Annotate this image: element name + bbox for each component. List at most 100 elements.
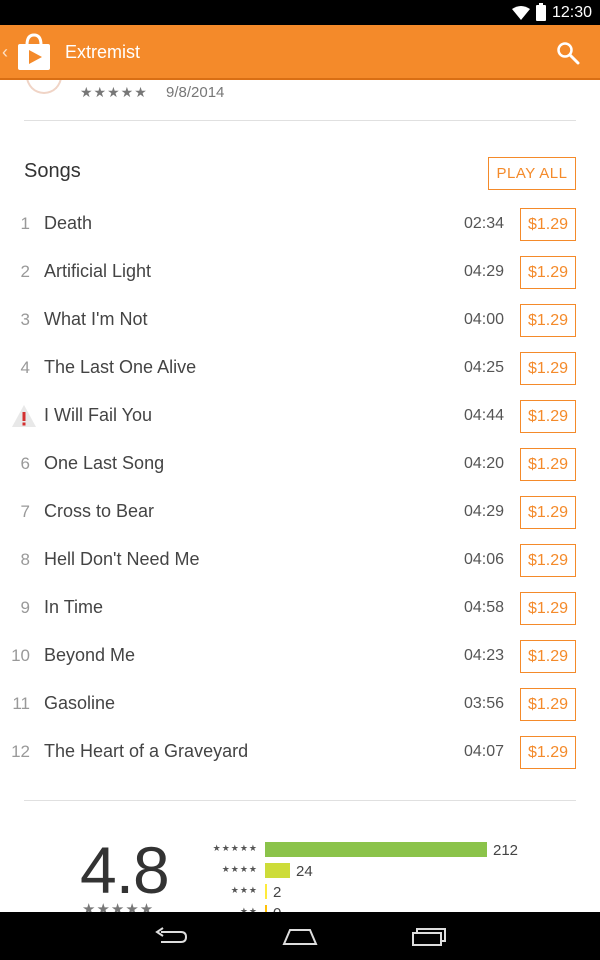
song-duration: 04:29 bbox=[463, 263, 504, 280]
review-stars: ★★★★★ bbox=[80, 84, 148, 100]
track-number: 12 bbox=[11, 742, 30, 761]
track-number: 1 bbox=[20, 214, 30, 233]
play-all-button[interactable]: PLAY ALL bbox=[488, 157, 576, 190]
buy-song-button[interactable]: $1.29 bbox=[520, 448, 576, 481]
buy-song-button[interactable]: $1.29 bbox=[520, 592, 576, 625]
review-date: 9/8/2014 bbox=[166, 84, 225, 101]
track-number: 11 bbox=[12, 694, 30, 713]
song-title: Cross to Bear bbox=[44, 501, 155, 521]
reviewer-avatar bbox=[26, 80, 62, 94]
song-title: Death bbox=[44, 213, 93, 233]
track-number: 3 bbox=[20, 310, 30, 329]
histogram-row: ★★★ 2 bbox=[200, 884, 560, 901]
song-title: The Last One Alive bbox=[44, 357, 197, 377]
average-rating-stars: ★★★★★ bbox=[82, 901, 155, 912]
track-number: 9 bbox=[20, 598, 30, 617]
warning-icon bbox=[12, 405, 36, 427]
histogram-bar bbox=[265, 863, 290, 878]
song-row[interactable]: 12 The Heart of a Graveyard 04:07 $1.29 bbox=[0, 728, 600, 776]
song-row[interactable]: 3 What I'm Not 04:00 $1.29 bbox=[0, 296, 600, 344]
song-row[interactable]: 2 Artificial Light 04:29 $1.29 bbox=[0, 248, 600, 296]
song-duration: 04:25 bbox=[463, 359, 504, 376]
histogram-star-label: ★★★ bbox=[230, 885, 258, 895]
search-icon[interactable] bbox=[556, 41, 580, 65]
buy-song-button[interactable]: $1.29 bbox=[520, 304, 576, 337]
histogram-star-label: ★★★★ bbox=[221, 864, 258, 874]
buy-song-button[interactable]: $1.29 bbox=[520, 208, 576, 241]
song-duration: 04:00 bbox=[463, 311, 504, 328]
song-duration: 04:06 bbox=[463, 551, 504, 568]
song-duration: 04:23 bbox=[463, 647, 504, 664]
histogram-count: 0 bbox=[273, 905, 281, 912]
song-title: Beyond Me bbox=[44, 645, 136, 665]
song-row[interactable]: 1 Death 02:34 $1.29 bbox=[0, 200, 600, 248]
histogram-bar bbox=[265, 905, 267, 912]
recent-apps-icon[interactable] bbox=[411, 924, 447, 948]
track-number: 6 bbox=[20, 454, 30, 473]
histogram-row: ★★0 bbox=[200, 905, 560, 912]
song-row[interactable]: 10 Beyond Me 04:23 $1.29 bbox=[0, 632, 600, 680]
buy-song-button[interactable]: $1.29 bbox=[520, 400, 576, 433]
play-store-icon[interactable] bbox=[16, 33, 52, 71]
buy-song-button[interactable]: $1.29 bbox=[520, 544, 576, 577]
buy-song-button[interactable]: $1.29 bbox=[520, 352, 576, 385]
buy-song-button[interactable]: $1.29 bbox=[520, 640, 576, 673]
song-row[interactable]: 4 The Last One Alive 04:25 $1.29 bbox=[0, 344, 600, 392]
song-duration: 04:29 bbox=[463, 503, 504, 520]
song-title: In Time bbox=[44, 597, 104, 617]
song-row[interactable]: 9 In Time 04:58 $1.29 bbox=[0, 584, 600, 632]
song-row[interactable]: 8 Hell Don't Need Me 04:06 $1.29 bbox=[0, 536, 600, 584]
song-row[interactable]: 11 Gasoline 03:56 $1.29 bbox=[0, 680, 600, 728]
song-title: I Will Fail You bbox=[44, 405, 153, 425]
histogram-star-label: ★★★★★ bbox=[212, 843, 258, 853]
track-number: 10 bbox=[11, 646, 30, 665]
song-title: One Last Song bbox=[44, 453, 165, 473]
back-icon[interactable] bbox=[153, 924, 189, 948]
song-duration: 02:34 bbox=[463, 215, 504, 232]
navigation-bar bbox=[0, 912, 600, 960]
song-row[interactable]: I Will Fail You 04:44 $1.29 bbox=[0, 392, 600, 440]
album-detail-content[interactable]: ★★★★★ 9/8/2014 Songs PLAY ALL 1 Death 02:3… bbox=[0, 80, 600, 912]
divider bbox=[24, 800, 576, 801]
status-icons: 12:30 bbox=[511, 2, 592, 23]
track-number: 4 bbox=[20, 358, 30, 377]
wifi-icon bbox=[511, 5, 530, 20]
status-bar: 12:30 bbox=[0, 0, 600, 25]
histogram-count: 24 bbox=[296, 863, 313, 880]
average-rating: 4.8 bbox=[80, 833, 170, 907]
song-duration: 04:20 bbox=[463, 455, 504, 472]
song-title: Artificial Light bbox=[44, 261, 152, 281]
action-bar: ‹ Extremist bbox=[0, 25, 600, 80]
song-duration: 04:58 bbox=[463, 599, 504, 616]
song-duration: 04:07 bbox=[463, 743, 504, 760]
histogram-row: ★★★★★ 212 bbox=[200, 842, 560, 859]
song-row[interactable]: 7 Cross to Bear 04:29 $1.29 bbox=[0, 488, 600, 536]
histogram-count: 212 bbox=[493, 842, 519, 859]
buy-song-button[interactable]: $1.29 bbox=[520, 736, 576, 769]
histogram-row: ★★★★ 24 bbox=[200, 863, 560, 880]
track-number: 7 bbox=[20, 502, 30, 521]
song-duration: 04:44 bbox=[463, 407, 504, 424]
histogram-bar bbox=[265, 884, 267, 899]
song-title: Gasoline bbox=[44, 693, 116, 713]
divider bbox=[24, 120, 576, 121]
battery-icon bbox=[535, 2, 546, 21]
review-item: ★★★★★ 9/8/2014 bbox=[24, 80, 576, 120]
status-time: 12:30 bbox=[551, 3, 592, 21]
songs-heading: Songs bbox=[24, 160, 81, 182]
buy-song-button[interactable]: $1.29 bbox=[520, 256, 576, 289]
song-title: What I'm Not bbox=[44, 309, 148, 329]
page-title: Extremist bbox=[65, 42, 141, 62]
home-icon[interactable] bbox=[282, 924, 318, 948]
song-title: Hell Don't Need Me bbox=[44, 549, 200, 569]
track-number: 2 bbox=[20, 262, 30, 281]
buy-song-button[interactable]: $1.29 bbox=[520, 496, 576, 529]
up-caret-icon[interactable]: ‹ bbox=[2, 42, 8, 63]
song-title: The Heart of a Graveyard bbox=[44, 741, 249, 761]
song-row[interactable]: 6 One Last Song 04:20 $1.29 bbox=[0, 440, 600, 488]
song-duration: 03:56 bbox=[463, 695, 504, 712]
histogram-bar bbox=[265, 842, 487, 857]
buy-song-button[interactable]: $1.29 bbox=[520, 688, 576, 721]
histogram-count: 2 bbox=[273, 884, 282, 901]
track-number: 8 bbox=[20, 550, 30, 569]
